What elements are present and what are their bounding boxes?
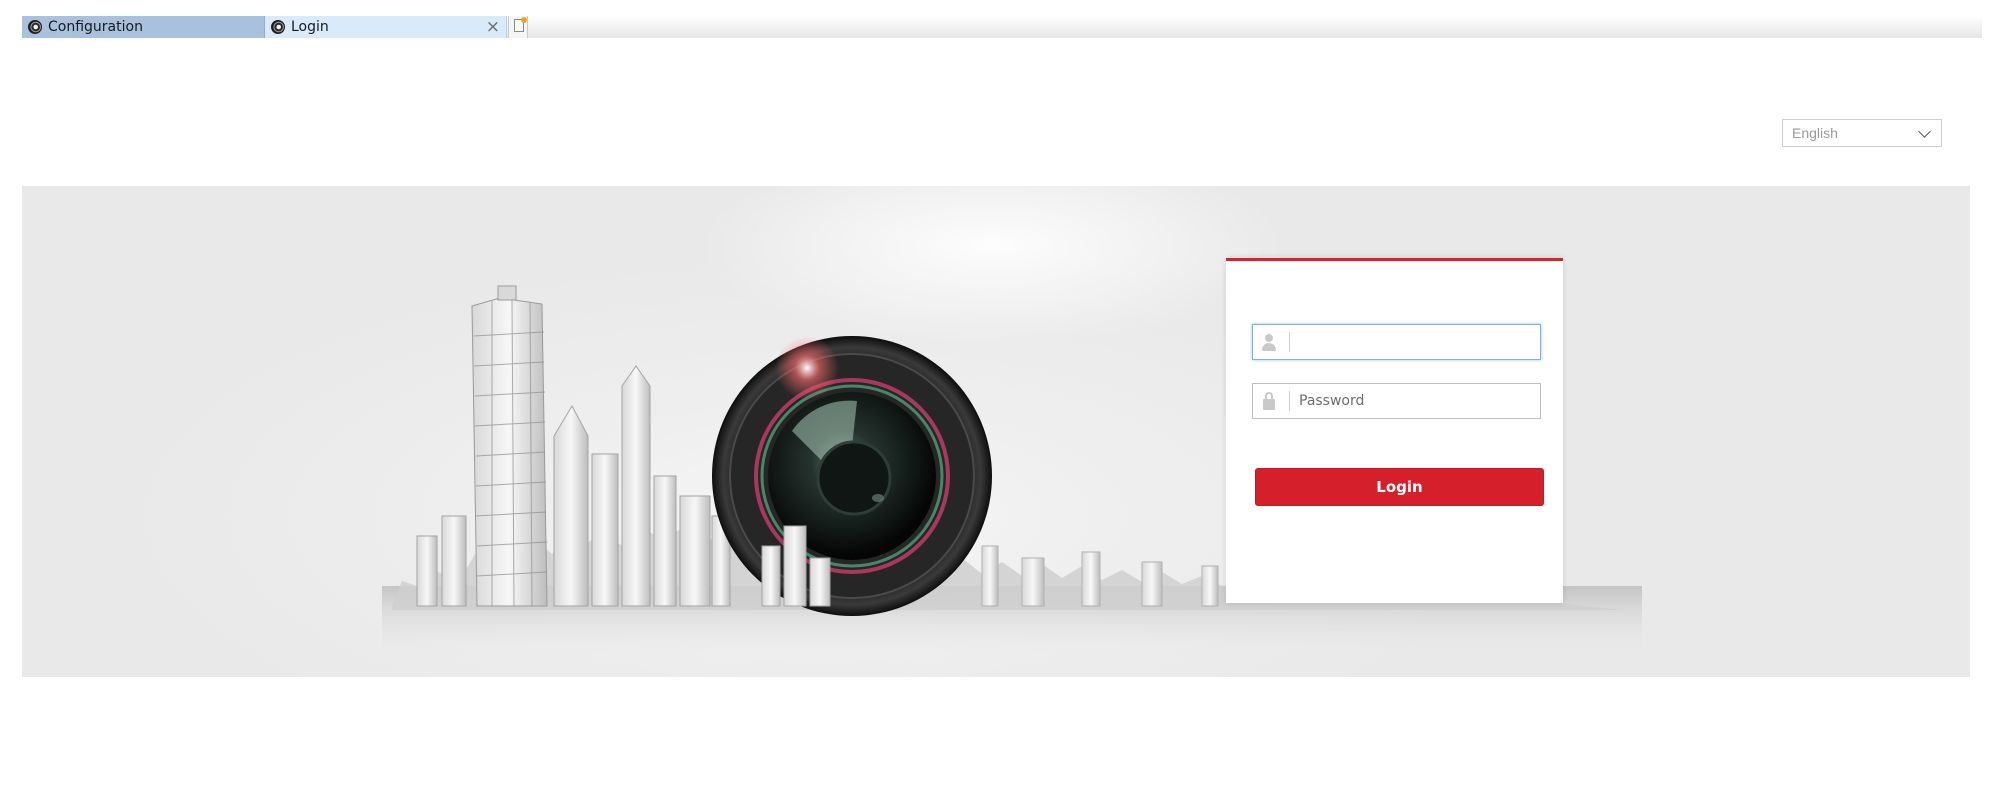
- login-panel: Login: [1226, 258, 1563, 603]
- camera-icon: [271, 20, 285, 34]
- close-icon[interactable]: ×: [486, 17, 500, 37]
- tab-label: Login: [291, 19, 329, 35]
- language-selected-value: English: [1792, 125, 1838, 141]
- password-input[interactable]: [1290, 384, 1540, 418]
- lock-icon: [1253, 384, 1289, 418]
- password-field: [1252, 383, 1541, 419]
- username-input[interactable]: [1290, 325, 1540, 359]
- tab-login[interactable]: Login ×: [265, 16, 507, 38]
- language-select[interactable]: English: [1782, 119, 1942, 147]
- login-banner: Login: [22, 186, 1970, 677]
- new-tab-button[interactable]: [508, 16, 528, 38]
- username-field: [1252, 324, 1541, 360]
- user-icon: [1253, 325, 1289, 359]
- new-tab-badge: [521, 17, 527, 23]
- camera-icon: [28, 20, 42, 34]
- tab-configuration[interactable]: Configuration: [22, 16, 265, 38]
- tab-strip: Configuration Login ×: [22, 16, 1982, 38]
- tab-label: Configuration: [48, 19, 143, 35]
- chevron-down-icon: [1918, 125, 1931, 138]
- city-skyline-illustration: [382, 285, 1642, 656]
- login-button[interactable]: Login: [1255, 468, 1544, 506]
